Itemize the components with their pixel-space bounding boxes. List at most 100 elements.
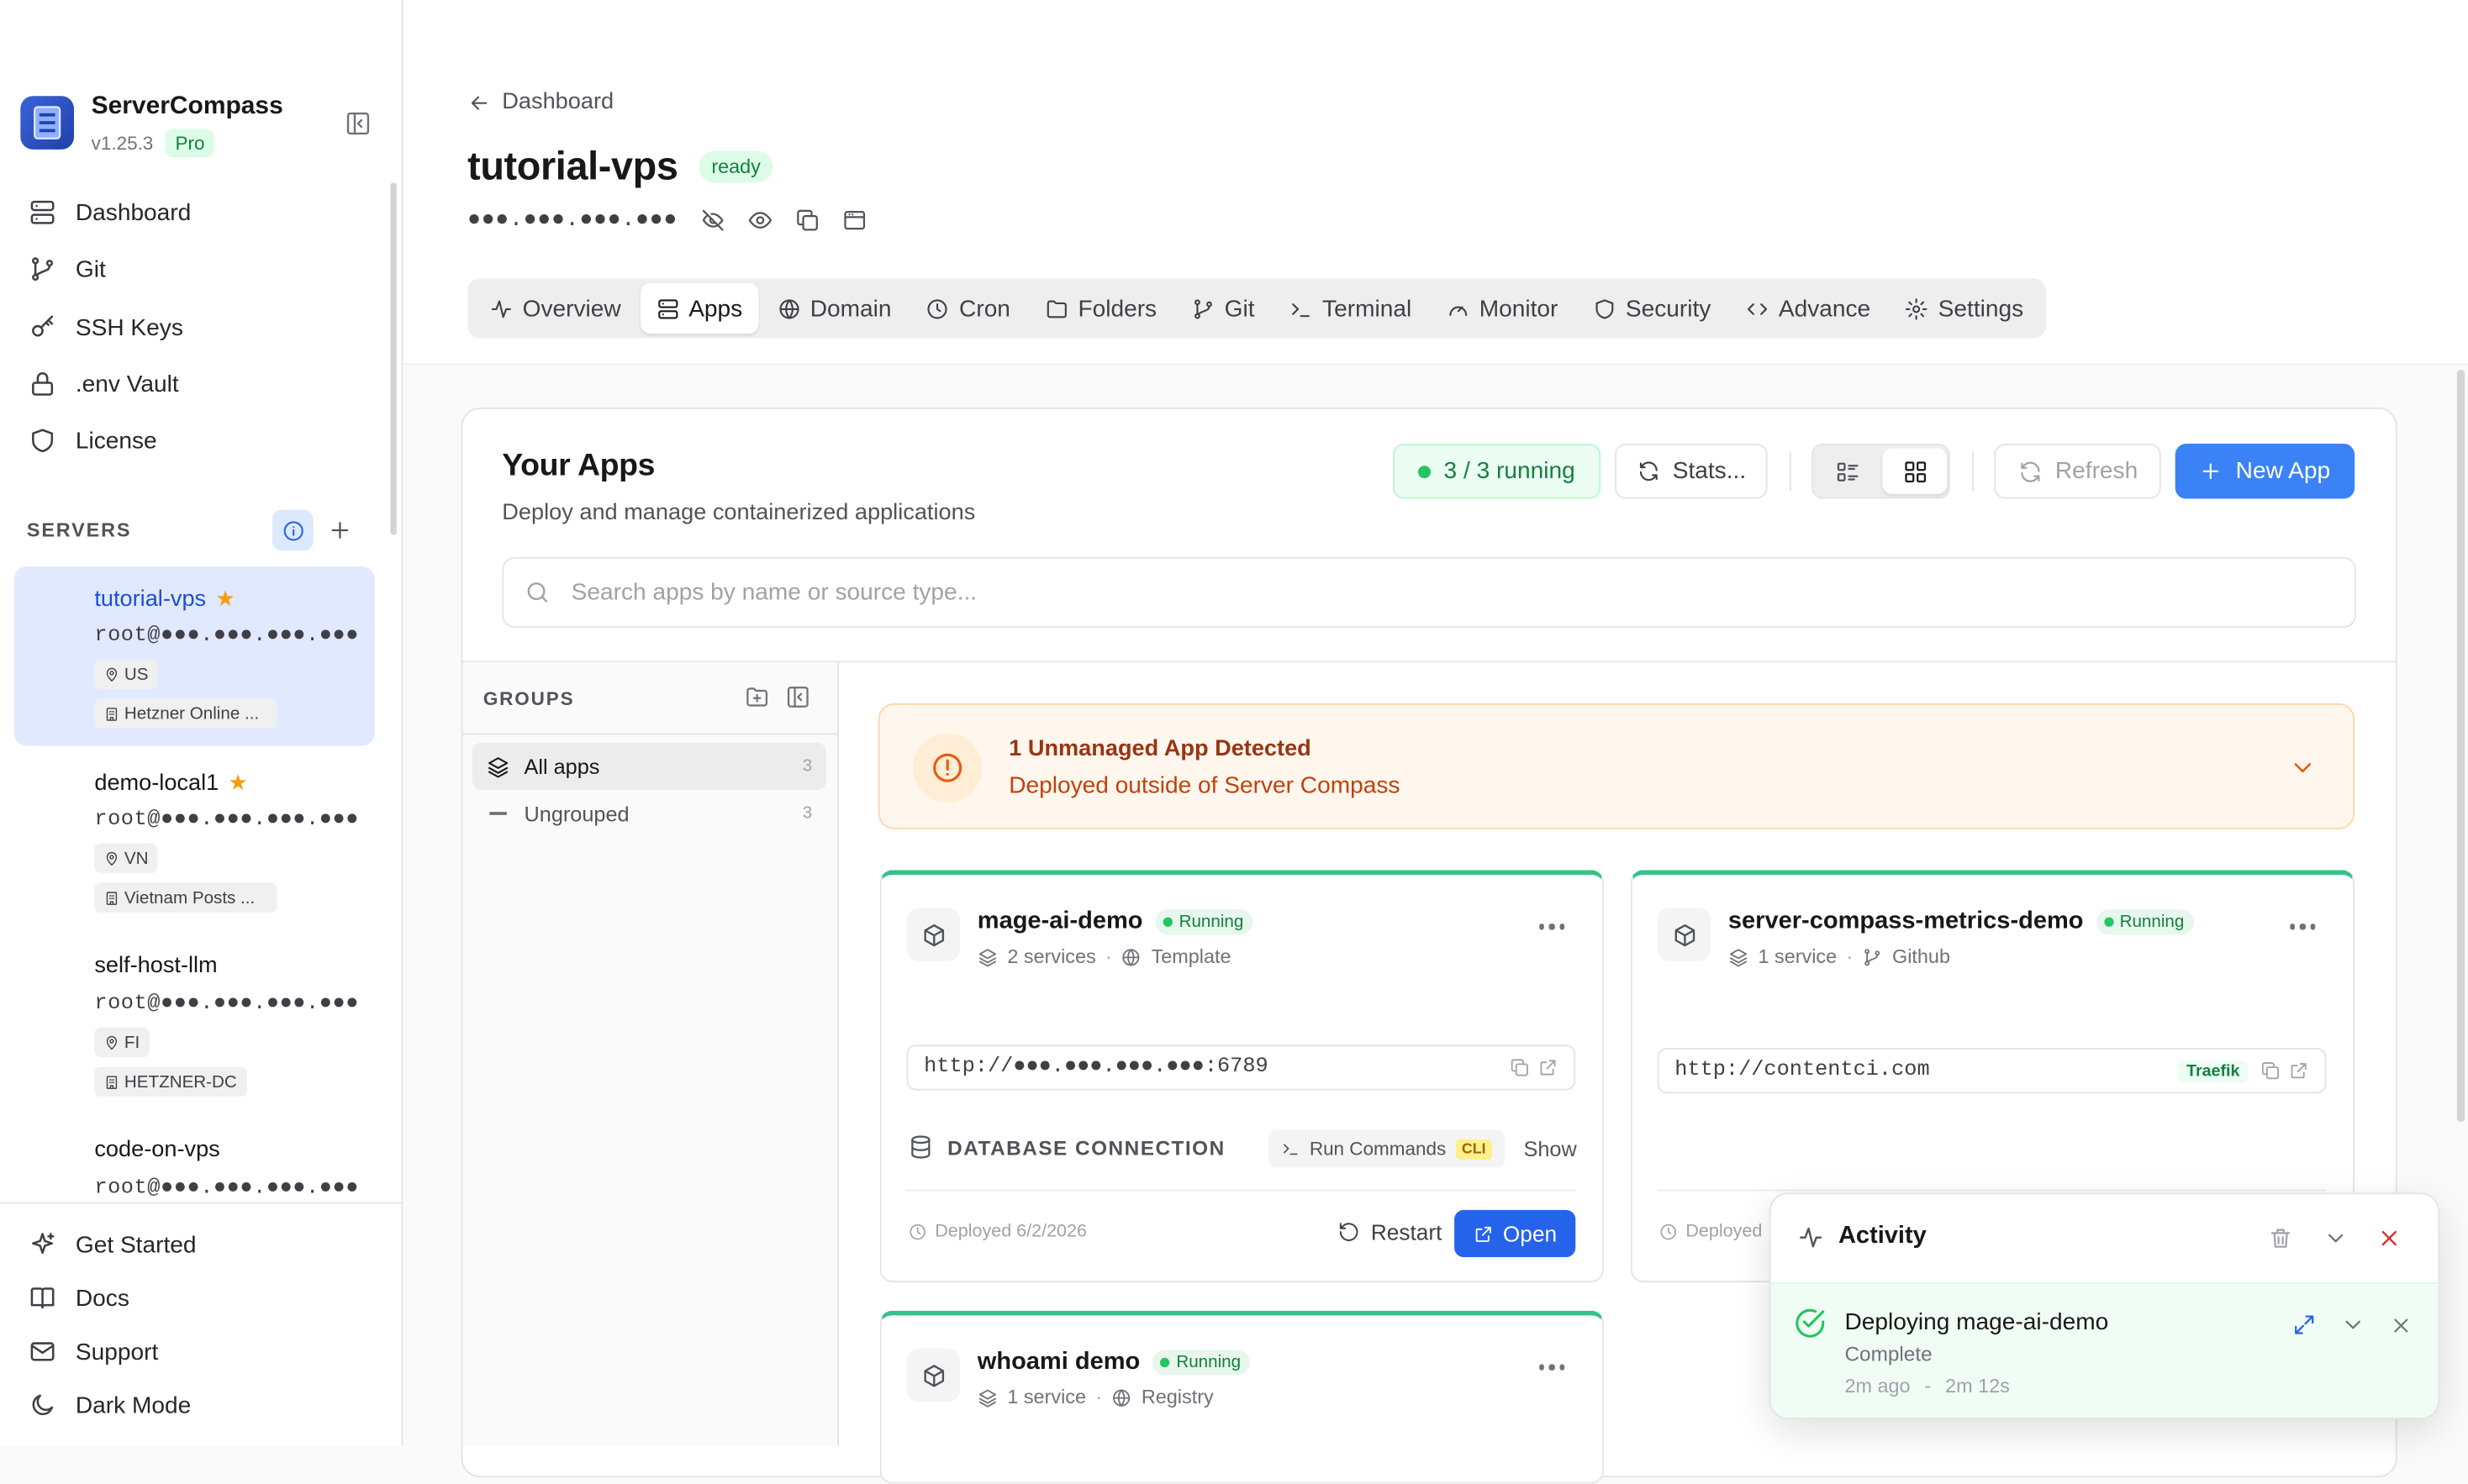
more-options-icon[interactable] (1538, 1364, 1565, 1370)
external-link-icon[interactable] (1537, 1057, 1558, 1077)
provider-chip: HETZNER-DC (94, 1066, 247, 1097)
more-options-icon[interactable] (2289, 924, 2316, 929)
sidebar-item-env-vault[interactable]: .env Vault (29, 360, 375, 408)
list-icon (1837, 461, 1859, 481)
tab-advance[interactable]: Advance (1730, 283, 1886, 334)
close-icon[interactable] (2389, 1313, 2413, 1337)
group-item-all-apps[interactable]: All apps 3 (472, 742, 827, 790)
app-url-field[interactable]: http://●●●.●●●.●●●.●●●:6789 (906, 1045, 1576, 1091)
tab-security[interactable]: Security (1577, 283, 1727, 334)
collapse-sidebar-icon[interactable] (345, 110, 372, 137)
tab-folders[interactable]: Folders (1029, 283, 1172, 334)
tab-domain[interactable]: Domain (762, 283, 908, 334)
sidebar-item-dark-mode[interactable]: Dark Mode (29, 1381, 375, 1429)
group-item-ungrouped[interactable]: Ungrouped 3 (472, 790, 826, 837)
sidebar-item-label: Dashboard (75, 198, 192, 226)
refresh-icon (2020, 460, 2040, 482)
breadcrumb-back[interactable]: Dashboard (467, 90, 614, 115)
sidebar-item-docs[interactable]: Docs (29, 1275, 375, 1322)
tab-apps[interactable]: Apps (640, 283, 758, 334)
chevron-down-icon[interactable] (2340, 1313, 2365, 1338)
app-url-field[interactable]: http://contentci.com Traefik (1657, 1048, 2327, 1094)
close-icon[interactable] (2376, 1226, 2402, 1251)
page-title: tutorial-vps (467, 145, 678, 189)
eye-off-icon[interactable] (699, 208, 725, 233)
copy-icon[interactable] (2260, 1060, 2281, 1081)
tab-overview[interactable]: Overview (474, 283, 637, 334)
package-icon (906, 908, 961, 962)
show-db-button[interactable]: Show (1523, 1138, 1576, 1161)
region-chip: US (94, 659, 158, 690)
chevron-down-icon[interactable] (2288, 754, 2317, 782)
app-version: v1.25.3 (91, 132, 154, 155)
open-app-button[interactable]: Open (1454, 1209, 1576, 1258)
sidebar-scrollbar[interactable] (390, 182, 397, 535)
new-app-button[interactable]: New App (2175, 444, 2355, 499)
refresh-button[interactable]: Refresh (1994, 444, 2161, 499)
sidebar-item-ssh-keys[interactable]: SSH Keys (29, 303, 375, 350)
activity-icon (491, 299, 511, 318)
app-name: whoami demo (977, 1348, 1141, 1376)
server-item-code-on-vps[interactable]: code-on-vps root@●●●.●●●.●●●.●●● (0, 1118, 403, 1201)
package-icon (1657, 908, 1711, 962)
search-icon (527, 582, 548, 603)
new-folder-button[interactable] (745, 684, 770, 709)
app-card-mage-ai-demo[interactable]: mage-ai-demo Running 2 services · Templat… (879, 870, 1604, 1283)
tab-git[interactable]: Git (1176, 283, 1271, 334)
layers-icon (978, 948, 996, 966)
server-item-demo-local1[interactable]: demo-local1 ★ root@●●●.●●●.●●●.●●● VN Vie… (0, 750, 403, 929)
activity-panel: Activity Deploying mage-ai-demo Complete… (1769, 1192, 2440, 1419)
refresh-icon (1639, 461, 1658, 482)
activity-title: Activity (1838, 1222, 1927, 1250)
tab-settings[interactable]: Settings (1890, 283, 2039, 334)
building-icon (106, 1075, 118, 1088)
dash-icon (489, 812, 507, 815)
info-icon (282, 520, 303, 540)
panel-collapse-icon (787, 687, 809, 708)
tab-terminal[interactable]: Terminal (1274, 283, 1427, 334)
code-icon (1748, 303, 1768, 314)
sidebar-item-support[interactable]: Support (29, 1328, 375, 1375)
view-toggle (1811, 444, 1950, 499)
copy-icon[interactable] (1510, 1057, 1530, 1077)
region-chip: VN (94, 843, 158, 874)
tab-cron[interactable]: Cron (910, 283, 1026, 334)
browser-icon[interactable] (841, 208, 867, 233)
run-commands-button[interactable]: Run Commands CLI (1268, 1129, 1506, 1168)
server-login: root@●●●.●●●.●●●.●●● (94, 992, 359, 1017)
eye-icon[interactable] (747, 208, 773, 233)
unmanaged-app-alert[interactable]: 1 Unmanaged App Detected Deployed outsid… (878, 703, 2355, 829)
search-input[interactable]: Search apps by name or source type... (502, 556, 2356, 629)
layers-icon (978, 1388, 996, 1407)
collapse-groups-button[interactable] (785, 684, 810, 709)
expand-icon[interactable] (2291, 1313, 2317, 1338)
external-link-icon[interactable] (2288, 1060, 2308, 1081)
app-card-whoami-demo[interactable]: whoami demo Running 1 service · Registry (879, 1310, 1604, 1484)
restart-button[interactable]: Restart (1338, 1219, 1442, 1245)
region-chip: FI (94, 1027, 150, 1058)
external-link-icon (1475, 1225, 1491, 1241)
stats-button[interactable]: Stats... (1615, 444, 1768, 499)
shield-icon (1595, 298, 1614, 318)
tab-monitor[interactable]: Monitor (1431, 283, 1574, 334)
deployed-date: Deployed (1685, 1222, 1763, 1242)
sidebar-item-license[interactable]: License (29, 417, 375, 464)
copy-icon[interactable] (794, 208, 820, 233)
more-options-icon[interactable] (1538, 924, 1565, 929)
sidebar-item-dashboard[interactable]: Dashboard (29, 189, 375, 236)
mail-icon (30, 1342, 55, 1361)
list-view-button[interactable] (1817, 449, 1880, 494)
add-server-button[interactable] (327, 518, 352, 543)
servers-info-button[interactable] (272, 509, 314, 551)
main-scrollbar[interactable] (2456, 370, 2465, 1123)
server-item-self-host-llm[interactable]: self-host-llm root@●●●.●●●.●●●.●●● FI HE… (0, 934, 403, 1113)
map-pin-icon (106, 1035, 118, 1050)
sidebar-item-git[interactable]: Git (29, 245, 375, 292)
chevron-down-icon[interactable] (2323, 1226, 2349, 1251)
search-placeholder: Search apps by name or source type... (571, 579, 978, 606)
trash-icon[interactable] (2268, 1226, 2293, 1251)
book-icon (30, 1287, 55, 1309)
grid-view-button[interactable] (1882, 448, 1948, 494)
sidebar-item-get-started[interactable]: Get Started (29, 1221, 375, 1268)
git-branch-icon (1864, 948, 1880, 966)
